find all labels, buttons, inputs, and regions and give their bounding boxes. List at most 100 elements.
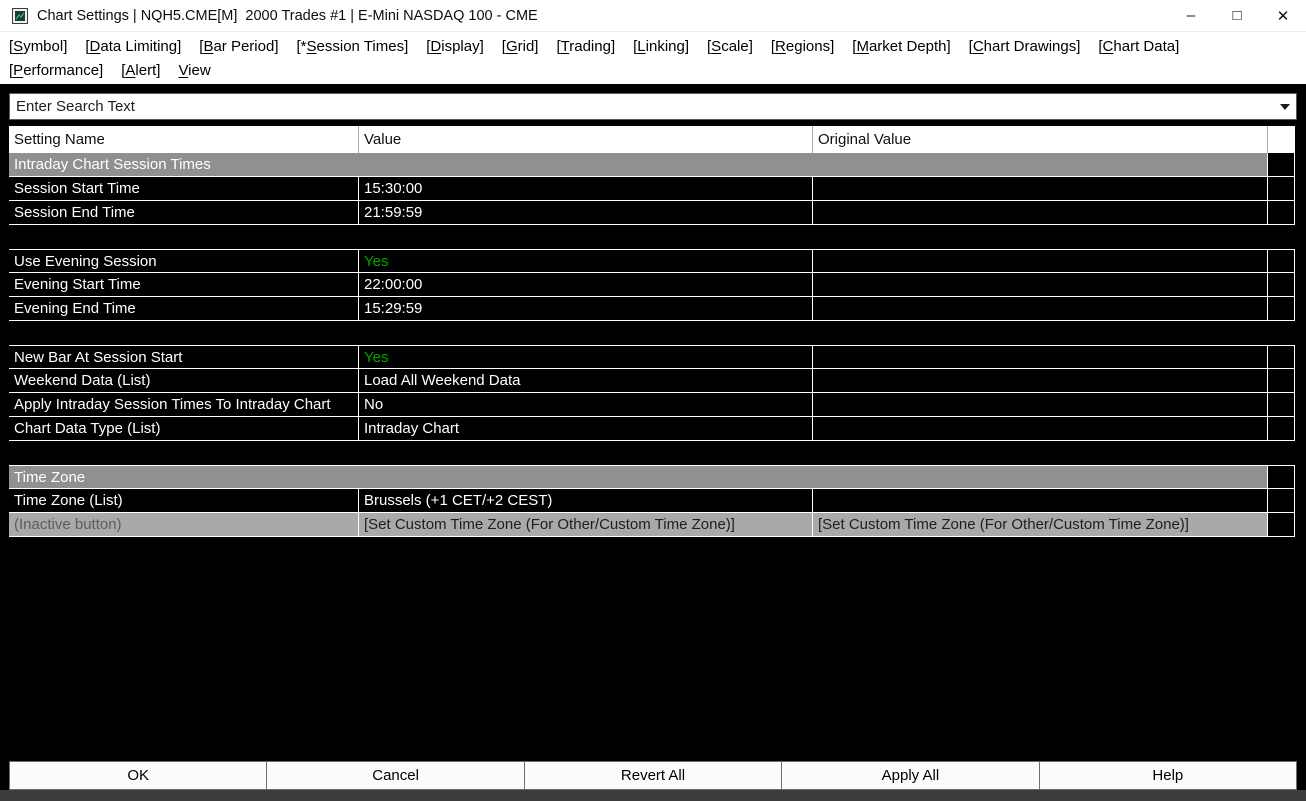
row-end-cell [1268,273,1295,297]
menu-item-chart-data[interactable]: [Chart Data] [1098,38,1179,55]
setting-value-cell: [Set Custom Time Zone (For Other/Custom … [359,513,813,537]
setting-value-cell[interactable]: 15:29:59 [359,297,813,321]
setting-name-cell: (Inactive button) [9,513,359,537]
original-value-cell: [Set Custom Time Zone (For Other/Custom … [813,513,1268,537]
setting-value-cell[interactable]: Yes [359,345,813,369]
row-end-cell [1268,417,1295,441]
window-controls: – □ ✕ [1168,0,1306,31]
row-end-cell [1268,177,1295,201]
setting-value-cell[interactable]: Yes [359,249,813,273]
menu-item-symbol[interactable]: [Symbol] [9,38,67,55]
setting-name-cell: Session End Time [9,201,359,225]
search-combobox[interactable] [9,93,1297,120]
dialog-content: Setting Name Value Original Value Intrad… [0,84,1306,761]
setting-value-cell[interactable]: Brussels (+1 CET/+2 CEST) [359,489,813,513]
spacer-row [9,225,1295,249]
setting-name-cell: Apply Intraday Session Times To Intraday… [9,393,359,417]
original-value-cell [813,201,1268,225]
menu-item-bar-period[interactable]: [Bar Period] [199,38,278,55]
column-header-value: Value [359,126,813,153]
spacer-row [9,441,1295,465]
table-header-row: Setting Name Value Original Value [9,126,1295,153]
setting-name-cell: Weekend Data (List) [9,369,359,393]
menu-row-2: [Performance] [Alert] View [0,58,1306,82]
row-end-cell [1268,513,1295,537]
menu-item-session-times[interactable]: [*Session Times] [297,38,409,55]
menu-item-display[interactable]: [Display] [426,38,484,55]
setting-name-cell: Evening End Time [9,297,359,321]
original-value-cell [813,177,1268,201]
menu-item-data-limiting[interactable]: [Data Limiting] [85,38,181,55]
menu-item-view[interactable]: View [178,62,210,79]
close-button[interactable]: ✕ [1260,0,1306,31]
menu-item-market-depth[interactable]: [Market Depth] [852,38,950,55]
menu-bar: [Symbol] [Data Limiting] [Bar Period] [*… [0,32,1306,84]
menu-item-scale[interactable]: [Scale] [707,38,753,55]
menu-item-alert[interactable]: [Alert] [121,62,160,79]
maximize-button[interactable]: □ [1214,0,1260,31]
dropdown-arrow-icon[interactable] [1274,94,1296,119]
search-input[interactable] [10,94,1274,119]
menu-item-linking[interactable]: [Linking] [633,38,689,55]
setting-name-cell: Time Zone (List) [9,489,359,513]
menu-item-grid[interactable]: [Grid] [502,38,539,55]
apply-all-button[interactable]: Apply All [782,762,1040,789]
setting-name-cell: Evening Start Time [9,273,359,297]
help-button[interactable]: Help [1040,762,1296,789]
row-end-cell [1268,153,1295,177]
setting-name-cell: Chart Data Type (List) [9,417,359,441]
column-header-end [1268,126,1295,153]
row-end-cell [1268,345,1295,369]
setting-row-evening-start-time[interactable]: Evening Start Time 22:00:00 [9,273,1295,297]
setting-row-time-zone[interactable]: Time Zone (List) Brussels (+1 CET/+2 CES… [9,489,1295,513]
app-icon [12,7,28,24]
window-titlebar: Chart Settings | NQH5.CME[M] 2000 Trades… [0,0,1306,32]
setting-row-session-start-time[interactable]: Session Start Time 15:30:00 [9,177,1295,201]
row-end-cell [1268,297,1295,321]
menu-item-chart-drawings[interactable]: [Chart Drawings] [969,38,1081,55]
setting-value-cell[interactable]: 22:00:00 [359,273,813,297]
original-value-cell [813,273,1268,297]
dialog-button-bar: OK Cancel Revert All Apply All Help [9,761,1297,790]
setting-row-chart-data-type[interactable]: Chart Data Type (List) Intraday Chart [9,417,1295,441]
menu-row-1: [Symbol] [Data Limiting] [Bar Period] [*… [0,34,1306,58]
setting-row-weekend-data[interactable]: Weekend Data (List) Load All Weekend Dat… [9,369,1295,393]
row-end-cell [1268,465,1295,489]
setting-value-cell[interactable]: No [359,393,813,417]
row-end-cell [1268,393,1295,417]
setting-value-cell[interactable]: 15:30:00 [359,177,813,201]
setting-row-apply-intraday-session-times[interactable]: Apply Intraday Session Times To Intraday… [9,393,1295,417]
inactive-button-row-set-custom-time-zone: (Inactive button) [Set Custom Time Zone … [9,513,1295,537]
column-header-original-value: Original Value [813,126,1268,153]
section-row-time-zone: Time Zone [9,465,1295,489]
revert-all-button[interactable]: Revert All [525,762,783,789]
row-end-cell [1268,201,1295,225]
minimize-button[interactable]: – [1168,0,1214,31]
window-title: Chart Settings | NQH5.CME[M] 2000 Trades… [37,7,538,24]
window-bottom-strip [0,790,1306,801]
setting-row-evening-end-time[interactable]: Evening End Time 15:29:59 [9,297,1295,321]
menu-item-performance[interactable]: [Performance] [9,62,103,79]
setting-row-new-bar-at-session-start[interactable]: New Bar At Session Start Yes [9,345,1295,369]
section-title: Intraday Chart Session Times [9,153,1268,177]
menu-item-trading[interactable]: [Trading] [556,38,615,55]
setting-name-cell: New Bar At Session Start [9,345,359,369]
original-value-cell [813,369,1268,393]
setting-row-session-end-time[interactable]: Session End Time 21:59:59 [9,201,1295,225]
original-value-cell [813,489,1268,513]
setting-row-use-evening-session[interactable]: Use Evening Session Yes [9,249,1295,273]
setting-name-cell: Use Evening Session [9,249,359,273]
cancel-button[interactable]: Cancel [267,762,525,789]
column-header-setting-name: Setting Name [9,126,359,153]
original-value-cell [813,345,1268,369]
setting-value-cell[interactable]: Load All Weekend Data [359,369,813,393]
section-row-intraday-chart-session-times: Intraday Chart Session Times [9,153,1295,177]
ok-button[interactable]: OK [10,762,268,789]
menu-item-regions[interactable]: [Regions] [771,38,834,55]
setting-value-cell[interactable]: 21:59:59 [359,201,813,225]
row-end-cell [1268,369,1295,393]
original-value-cell [813,297,1268,321]
original-value-cell [813,249,1268,273]
setting-value-cell[interactable]: Intraday Chart [359,417,813,441]
row-end-cell [1268,489,1295,513]
